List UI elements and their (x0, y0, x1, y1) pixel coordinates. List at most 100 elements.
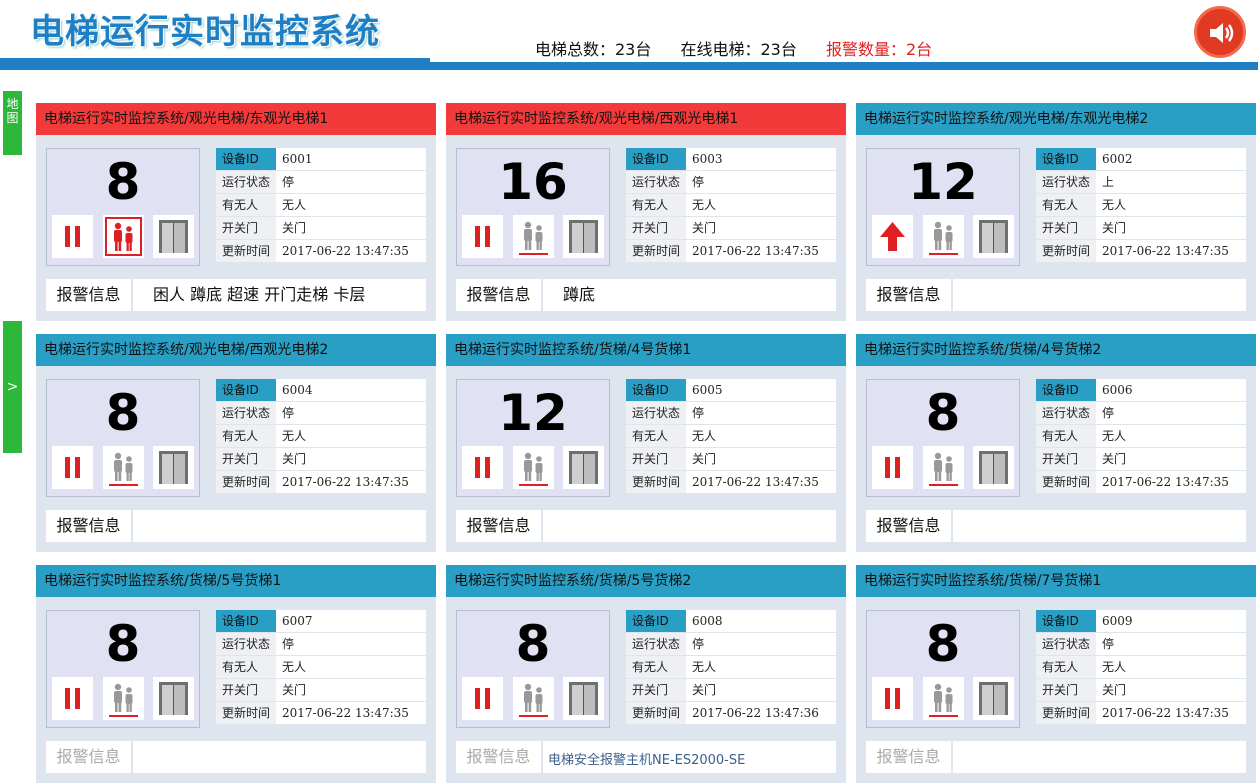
info-table: 设备ID 6006 运行状态停有无人 无人 开关门 关门 更新时间 2017-06-22 13… (1036, 379, 1246, 494)
passenger-icon (923, 677, 964, 720)
pause-icon (52, 446, 93, 489)
alarm-info-label: 报警信息 (46, 741, 133, 773)
door-value: 关门 (276, 217, 426, 239)
total-count: 电梯总数：23台 (535, 40, 652, 59)
footer-text: 电梯安全报警主机NE-ES2000-SE (548, 753, 746, 768)
updated-label: 更新时间 (1036, 471, 1096, 493)
elevator-card[interactable]: 电梯运行实时监控系统/观光电梯/东观光电梯2 12 设备ID 6002 运行状态上有无人… (856, 103, 1256, 321)
elevator-card[interactable]: 电梯运行实时监控系统/观光电梯/西观光电梯2 8 设备ID 6004 运行状态停有无人无… (36, 334, 436, 552)
floor-panel: 8 (46, 148, 200, 266)
info-table: 设备ID 6008 运行状态停有无人 无人 开关门 关门 更新时间 2017-06-22 13… (626, 610, 836, 725)
elevator-card[interactable]: 电梯运行实时监控系统/货梯/7号货梯1 8 设备ID 6009 运行状态停有无人 无人 开关… (856, 565, 1256, 783)
elevator-card[interactable]: 电梯运行实时监控系统/货梯/4号货梯2 8 设备ID 6006 运行状态停有无人 无人 开关… (856, 334, 1256, 552)
updated-value: 2017-06-22 13:47:35 (686, 471, 836, 493)
card-title[interactable]: 电梯运行实时监控系统/货梯/5号货梯1 (36, 565, 436, 597)
card-title[interactable]: 电梯运行实时监控系统/观光电梯/东观光电梯1 (36, 103, 436, 135)
run-status-label: 运行状态 (1036, 402, 1096, 424)
info-table: 设备ID 6004 运行状态停有无人 无人 开关门 关门 更新时间 2017-06-22 13… (216, 379, 426, 494)
floor-panel: 8 (46, 379, 200, 497)
occupied-label: 有无人 (626, 194, 686, 216)
updated-label: 更新时间 (1036, 240, 1096, 262)
occupied-value: 无人 (276, 194, 426, 216)
updated-value: 2017-06-22 13:47:35 (276, 240, 426, 262)
device-id-value: 6005 (686, 379, 836, 401)
card-title[interactable]: 电梯运行实时监控系统/观光电梯/西观光电梯2 (36, 334, 436, 366)
run-status-label: 运行状态 (216, 633, 276, 655)
floor-number: 8 (925, 384, 961, 442)
occupied-label: 有无人 (216, 656, 276, 678)
page-title: 电梯运行实时监控系统 (30, 12, 380, 52)
info-table: 设备ID 6007 运行状态停有无人 无人 开关门 关门 更新时间 2017-06-22 13… (216, 610, 426, 725)
passenger-icon (513, 215, 554, 258)
speaker-icon[interactable] (1194, 6, 1246, 58)
run-status-label: 运行状态 (626, 402, 686, 424)
occupied-label: 有无人 (1036, 656, 1096, 678)
alarm-bar: 报警信息 (46, 741, 426, 773)
alarm-message: 困人 蹲底 超速 开门走梯 卡层 (153, 285, 366, 304)
arrow-up-icon (872, 215, 913, 258)
alarm-info-label: 报警信息 (456, 510, 543, 542)
elevator-card[interactable]: 电梯运行实时监控系统/货梯/5号货梯1 8 设备ID 6007 运行状态停有无人 无人 开关… (36, 565, 436, 783)
pause-icon (52, 215, 93, 258)
passenger-icon (513, 446, 554, 489)
occupied-value: 无人 (1096, 425, 1246, 447)
occupied-value: 无人 (686, 656, 836, 678)
occupied-value: 无人 (1096, 656, 1246, 678)
updated-value: 2017-06-22 13:47:36 (686, 702, 836, 724)
run-status-value: 停 (686, 171, 836, 193)
door-icon (563, 215, 604, 258)
alarm-bar: 报警信息 蹲底 (456, 279, 836, 311)
elevator-card[interactable]: 电梯运行实时监控系统/观光电梯/东观光电梯1 8 设备ID 6001 运行状态停有无人无… (36, 103, 436, 321)
card-title[interactable]: 电梯运行实时监控系统/货梯/4号货梯1 (446, 334, 846, 366)
alarm-bar: 报警信息 (46, 510, 426, 542)
device-id-label: 设备ID (626, 379, 686, 401)
sidebar-toggle[interactable]: > (3, 321, 22, 453)
door-value: 关门 (1096, 217, 1246, 239)
device-id-value: 6009 (1096, 610, 1246, 632)
occupied-label: 有无人 (216, 194, 276, 216)
occupied-value: 无人 (276, 656, 426, 678)
passenger-icon (103, 446, 144, 489)
door-value: 关门 (686, 217, 836, 239)
card-title[interactable]: 电梯运行实时监控系统/货梯/5号货梯2 (446, 565, 846, 597)
updated-label: 更新时间 (216, 240, 276, 262)
floor-number: 12 (908, 153, 978, 211)
elevator-card[interactable]: 电梯运行实时监控系统/货梯/4号货梯1 12 设备ID 6005 运行状态停有无人 无人开… (446, 334, 846, 552)
run-status-value: 停 (686, 402, 836, 424)
header-divider (0, 58, 1258, 72)
passenger-icon (103, 677, 144, 720)
alarm-info-label: 报警信息 (46, 279, 133, 311)
elevator-card[interactable]: 电梯运行实时监控系统/观光电梯/西观光电梯1 16 设备ID 6003 运行状态停有无人… (446, 103, 846, 321)
door-icon (153, 215, 194, 258)
floor-number: 8 (105, 384, 141, 442)
floor-number: 8 (925, 615, 961, 673)
door-icon (973, 677, 1014, 720)
card-title[interactable]: 电梯运行实时监控系统/货梯/4号货梯2 (856, 334, 1256, 366)
stats-bar: 电梯总数：23台 在线电梯：23台 报警数量：2台 (535, 36, 956, 60)
door-value: 关门 (276, 448, 426, 470)
occupied-value: 无人 (686, 194, 836, 216)
updated-value: 2017-06-22 13:47:35 (1096, 240, 1246, 262)
run-status-label: 运行状态 (1036, 171, 1096, 193)
card-title[interactable]: 电梯运行实时监控系统/货梯/7号货梯1 (856, 565, 1256, 597)
pause-icon (462, 446, 503, 489)
card-title[interactable]: 电梯运行实时监控系统/观光电梯/西观光电梯1 (446, 103, 846, 135)
door-label: 开关门 (216, 448, 276, 470)
device-id-label: 设备ID (1036, 148, 1096, 170)
device-id-value: 6001 (276, 148, 426, 170)
door-label: 开关门 (1036, 679, 1096, 701)
alarm-message: 蹲底 (563, 285, 596, 304)
door-label: 开关门 (216, 679, 276, 701)
map-tab[interactable]: 地图 (3, 91, 22, 155)
passenger-alert-icon (103, 215, 144, 258)
door-label: 开关门 (216, 217, 276, 239)
run-status-value: 停 (1096, 402, 1246, 424)
occupied-value: 无人 (686, 425, 836, 447)
card-title[interactable]: 电梯运行实时监控系统/观光电梯/东观光电梯2 (856, 103, 1256, 135)
occupied-value: 无人 (276, 425, 426, 447)
pause-icon (462, 215, 503, 258)
alarm-message (133, 510, 153, 542)
pause-icon (52, 677, 93, 720)
floor-panel: 8 (46, 610, 200, 728)
updated-label: 更新时间 (216, 471, 276, 493)
